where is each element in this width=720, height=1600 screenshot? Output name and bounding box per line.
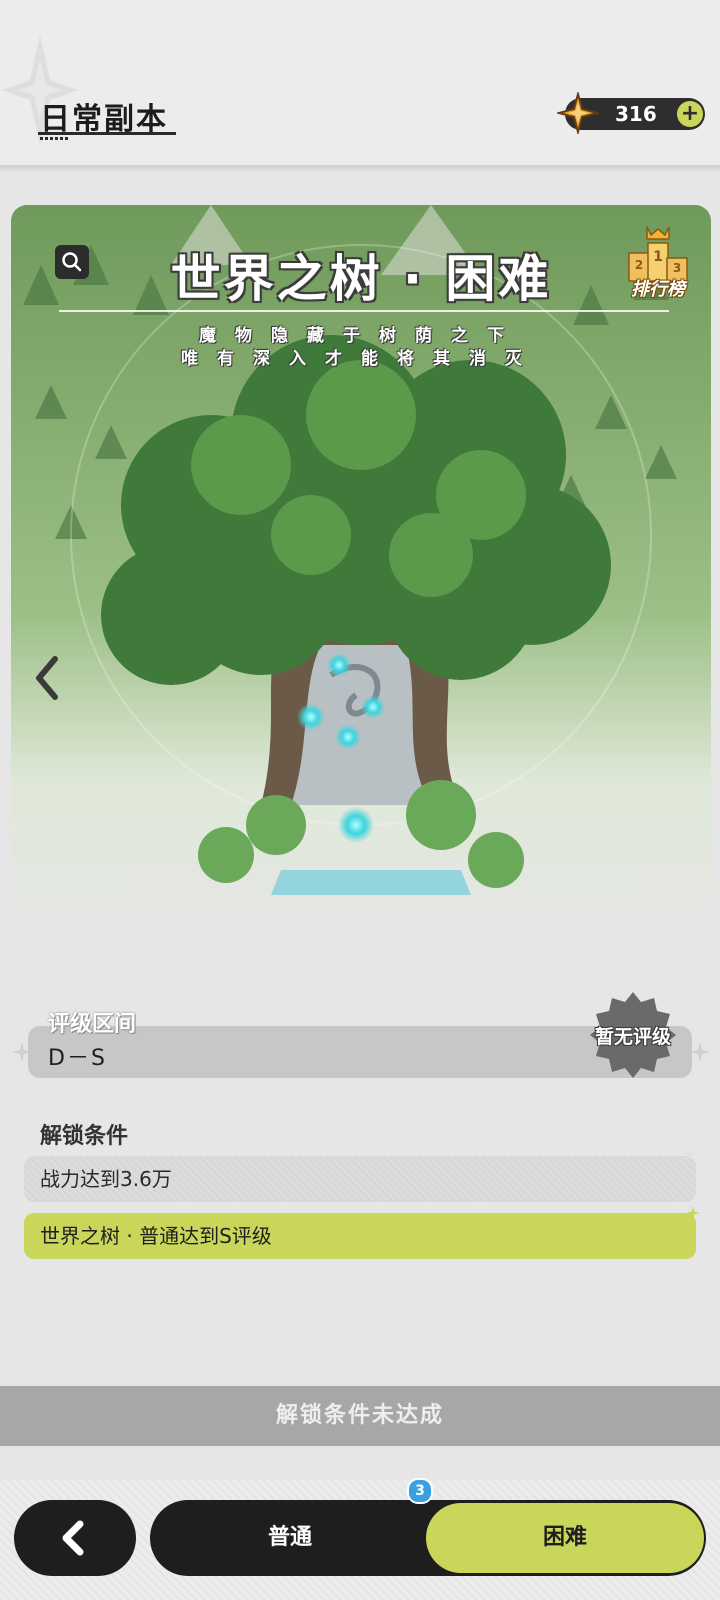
crystal-star-icon <box>557 92 599 134</box>
rating-badge: 暂无评级 <box>588 990 678 1080</box>
stage-title: 世界之树 · 困难 <box>170 250 552 308</box>
title-underline <box>38 132 176 135</box>
sparkle-icon <box>684 1148 696 1160</box>
unlock-status-banner: 解锁条件未达成 <box>0 1386 720 1446</box>
currency-counter: 316 + <box>557 92 705 134</box>
tab-hard[interactable]: 困难 <box>426 1503 704 1573</box>
back-arrow-icon <box>62 1520 84 1556</box>
stage-banner: 世界之树 · 困难 魔物隐藏于树荫之下 唯有深入才能将其消灭 2 1 3 排行榜 <box>11 205 711 945</box>
add-currency-button[interactable]: + <box>677 101 703 127</box>
sparkle-icon <box>686 1206 700 1220</box>
unlock-condition-power: 战力达到3.6万 <box>24 1156 696 1202</box>
back-button[interactable] <box>14 1500 136 1576</box>
title-divider <box>59 310 669 312</box>
stage-description-line-2: 唯有深入才能将其消灭 <box>181 349 541 369</box>
podium-digit-left: 2 <box>635 258 643 272</box>
unlock-conditions-title: 解锁条件 <box>40 1124 129 1149</box>
rating-range-value: D－S <box>48 1046 107 1071</box>
normal-tab-badge: 3 <box>407 1478 433 1504</box>
header: 日常副本 316 + <box>0 0 720 173</box>
world-tree-illustration <box>11 205 711 945</box>
sparkle-icon <box>690 1042 710 1062</box>
title-dots <box>40 137 70 140</box>
unlock-condition-rank: 世界之树 · 普通达到S评级 <box>24 1213 696 1259</box>
podium-digit-center: 1 <box>653 249 663 265</box>
previous-stage-button[interactable] <box>31 653 65 703</box>
podium-digit-right: 3 <box>673 261 681 275</box>
rating-range-label: 评级区间 <box>48 1012 137 1037</box>
ranking-label: 排行榜 <box>631 279 685 300</box>
tab-normal[interactable]: 普通 <box>150 1500 430 1576</box>
currency-amount: 316 <box>615 102 657 126</box>
stage-description-line-1: 魔物隐藏于树荫之下 <box>199 326 523 346</box>
rating-badge-text: 暂无评级 <box>594 1026 671 1048</box>
ranking-button[interactable]: 2 1 3 排行榜 <box>621 225 695 305</box>
chevron-left-icon <box>36 656 58 700</box>
